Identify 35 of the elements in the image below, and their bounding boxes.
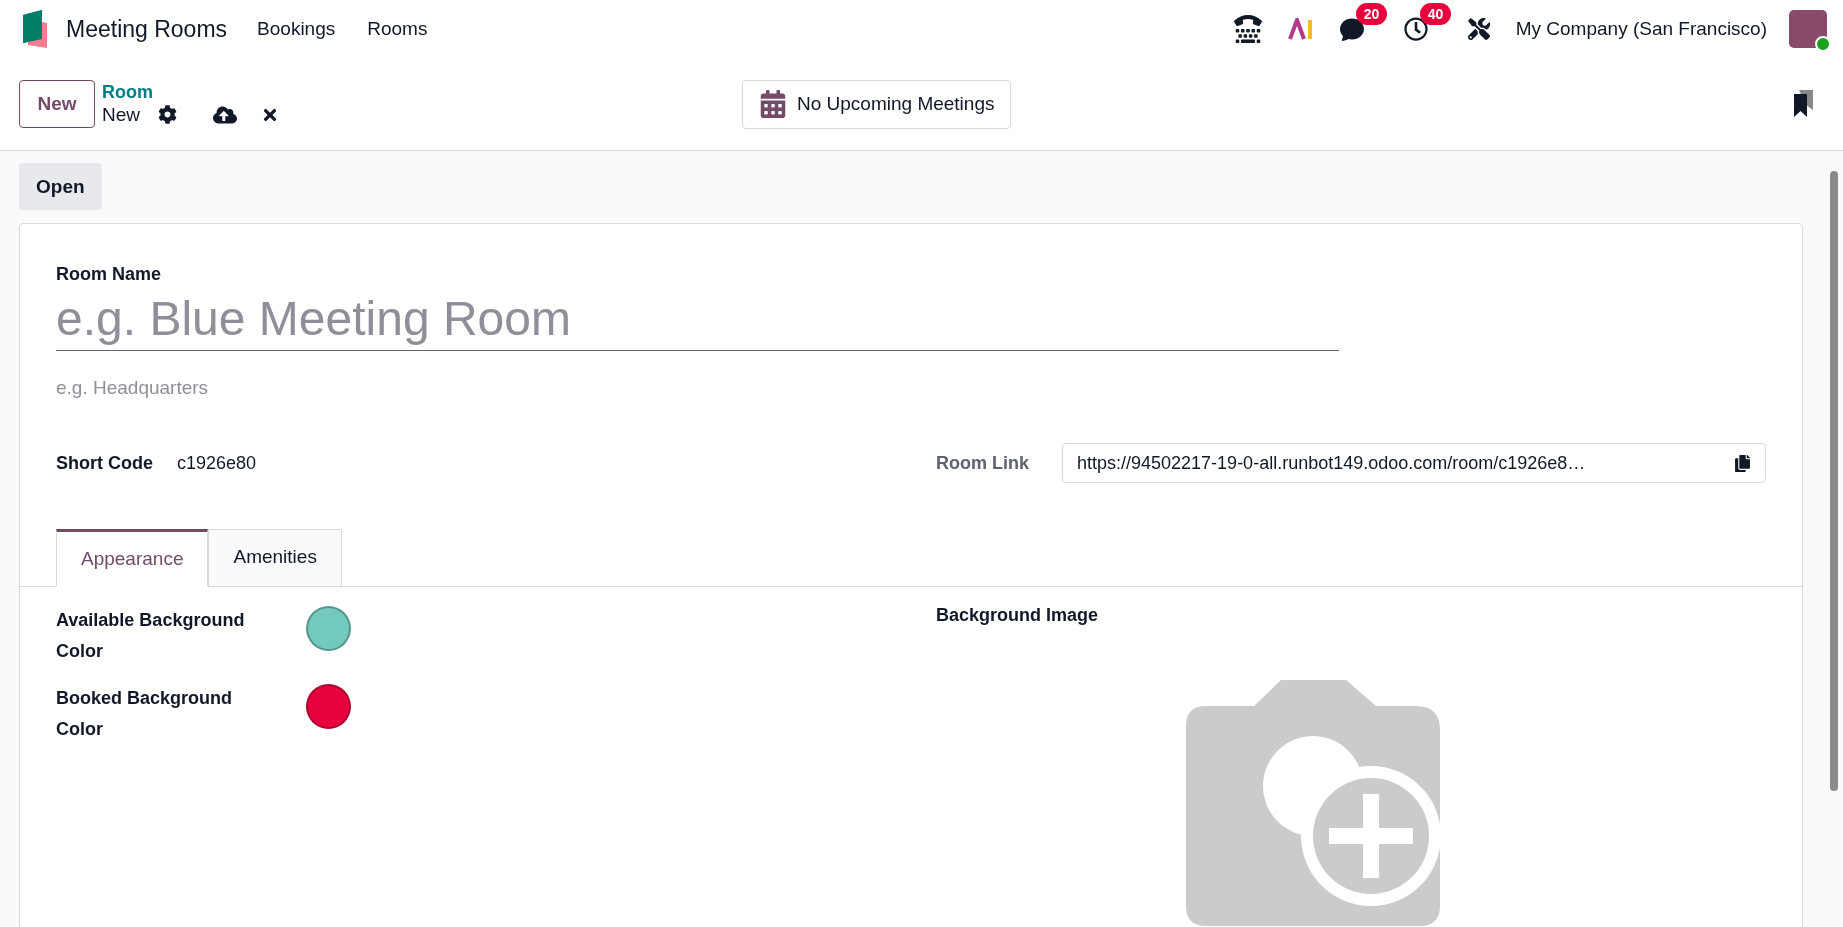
new-button[interactable]: New (19, 80, 95, 128)
menu-item[interactable]: Bookings (257, 18, 336, 40)
open-button[interactable]: Open (19, 163, 102, 210)
count-badge: 40 (1419, 3, 1452, 25)
tab[interactable]: Appearance (56, 529, 209, 587)
breadcrumb-current: New (102, 103, 140, 126)
chat-icon (1339, 17, 1364, 41)
bookmark-icon[interactable] (1792, 90, 1814, 118)
menu-item[interactable]: Rooms (367, 18, 428, 40)
field-label: Room Name (56, 264, 163, 285)
breadcrumb-link[interactable]: Room (102, 81, 153, 103)
field-label: Background Image (936, 605, 1100, 626)
field-label: Short Code (56, 452, 153, 474)
field-label: Booked Background Color (56, 687, 234, 741)
field-value: https://94502217-19-0-all.runbot149.odoo.com/room/c1926e8… (1077, 452, 1586, 474)
user-avatar[interactable] (1789, 10, 1827, 48)
calendar-icon (759, 90, 787, 118)
ai-logo-icon[interactable] (1287, 18, 1314, 40)
field-label: Room Link (936, 452, 1030, 474)
copy-icon[interactable] (1734, 454, 1751, 472)
app-name: Meeting Rooms (66, 15, 228, 43)
clock-icon (1403, 17, 1428, 41)
tab[interactable]: Amenities (208, 529, 342, 587)
color-swatch[interactable] (306, 606, 351, 651)
count-badge: 20 (1355, 3, 1388, 25)
room-link-field[interactable]: https://94502217-19-0-all.runbot149.odoo.com/room/c1926e8… (1062, 443, 1766, 483)
phone-icon[interactable] (1233, 15, 1262, 43)
field-label: Available Background Color (56, 609, 246, 663)
upcoming-meetings-button[interactable]: No Upcoming Meetings (742, 79, 1012, 129)
settings-icon[interactable] (158, 105, 177, 124)
app-logo-icon (20, 9, 48, 49)
color-swatch[interactable] (306, 684, 351, 729)
field-value: c1926e80 (177, 452, 257, 474)
tools-icon[interactable] (1467, 18, 1490, 40)
company-name[interactable]: My Company (San Francisco) (1515, 18, 1767, 40)
